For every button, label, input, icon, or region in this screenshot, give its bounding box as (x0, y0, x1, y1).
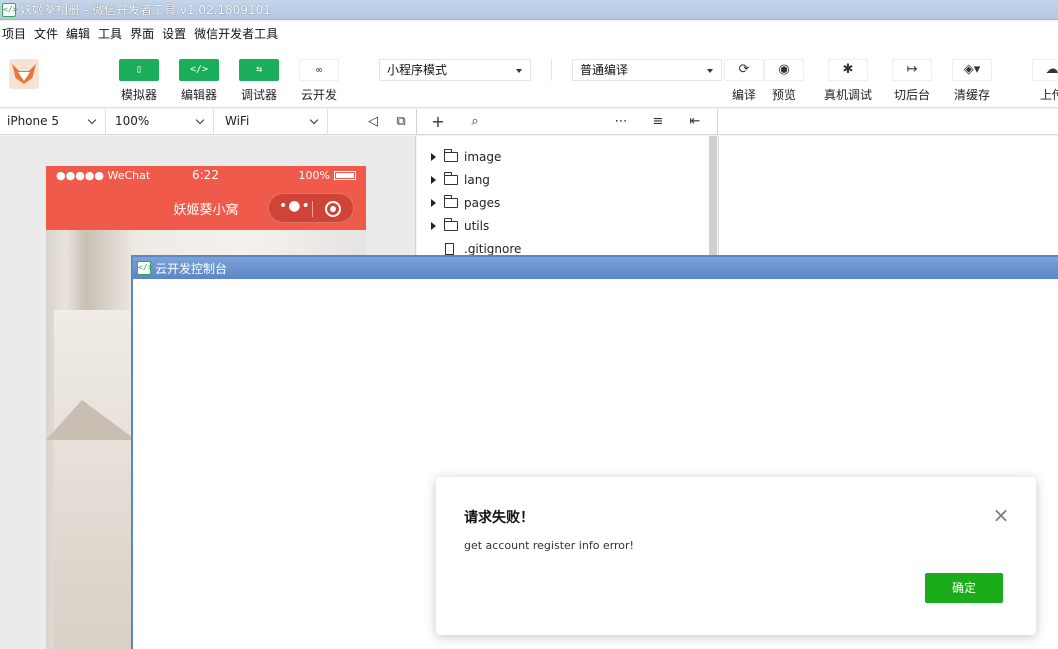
folder-icon (444, 218, 458, 231)
network-select[interactable]: WiFi (218, 109, 328, 135)
detach-window-icon[interactable]: ⧉ (392, 113, 410, 131)
menu-view[interactable]: 界面 (126, 25, 158, 42)
devtools-logo-icon: </> (2, 2, 17, 17)
cloud-console-title: 云开发控制台 (155, 261, 228, 276)
tree-scrollbar[interactable] (709, 136, 717, 256)
devtools-logo-icon: </> (137, 261, 152, 275)
simulator-subbar: iPhone 5 100% WiFi ◁ ⧉ + ⌕ ⋯ ≡ ⇤ (0, 109, 1058, 135)
mode-select[interactable]: 小程序模式 (379, 59, 531, 81)
debugger-toggle[interactable]: ⇆ 调试器 (236, 59, 282, 103)
volume-icon[interactable]: ◁ (364, 113, 382, 131)
caret-right-icon (431, 153, 436, 161)
menu-settings[interactable]: 设置 (158, 25, 190, 42)
phone-icon: ▯ (119, 59, 159, 81)
search-icon[interactable]: ⌕ (466, 113, 484, 131)
confirm-button[interactable]: 确定 (925, 573, 1003, 603)
menu-bar: 项目 文件 编辑 工具 界面 设置 微信开发者工具 (0, 21, 1058, 45)
file-tree: image lang pages utils .gitignore (417, 136, 709, 256)
upload-icon: ☁ (1032, 59, 1058, 81)
switch-icon: ↦ (892, 59, 932, 81)
cloud-link-icon: ∞ (299, 59, 339, 81)
mini-program-nav-bar: 妖姬葵小窝 •●• (46, 186, 366, 230)
dialog-title: 请求失败！ (464, 510, 534, 526)
tree-folder-lang[interactable]: lang (431, 171, 490, 189)
tree-folder-image[interactable]: image (431, 148, 501, 166)
menu-file[interactable]: 文件 (30, 25, 62, 42)
caret-right-icon (431, 222, 436, 230)
compile-button[interactable]: ⟳ 编译 (724, 59, 764, 103)
toggle-panel-icon[interactable]: ⇤ (686, 113, 704, 131)
folder-icon (444, 172, 458, 185)
layers-icon: ◈▾ (952, 59, 992, 81)
menu-project[interactable]: 项目 (0, 25, 30, 42)
caret-down-icon (516, 69, 522, 73)
clear-cache-button[interactable]: ◈▾ 清缓存 (952, 59, 992, 103)
title-bar: </> 妖姬葵相册 - 微信开发者工具 v1.02.1809101 (0, 0, 1058, 20)
caret-right-icon (431, 199, 436, 207)
toolbar: ▯ 模拟器 </> 编辑器 ⇆ 调试器 ∞ 云开发 小程序模式 普通编译 ⟳ 编… (0, 45, 1058, 108)
folder-icon (444, 195, 458, 208)
chevron-down-icon (309, 115, 319, 125)
avatar[interactable] (9, 59, 39, 89)
phone-status-bar: ●●●●● WeChat 6:22 100% (46, 166, 366, 186)
close-target-icon[interactable] (325, 201, 341, 217)
add-file-icon[interactable]: + (429, 113, 447, 131)
chevron-down-icon (87, 115, 97, 125)
remote-debug-button[interactable]: ✱ 真机调试 (824, 59, 872, 103)
preview-button[interactable]: ◉ 预览 (764, 59, 804, 103)
eye-icon: ◉ (764, 59, 804, 81)
menu-edit[interactable]: 编辑 (62, 25, 94, 42)
dialog-message: get account register info error! (464, 539, 634, 552)
capsule-menu[interactable]: •●• (268, 193, 354, 223)
caret-down-icon (707, 69, 713, 73)
file-icon (445, 243, 454, 255)
compile-select[interactable]: 普通编译 (572, 59, 722, 81)
cloud-dev-button[interactable]: ∞ 云开发 (296, 59, 342, 103)
error-dialog: 请求失败！ × get account register info error!… (436, 477, 1036, 635)
folder-icon (444, 149, 458, 162)
bug-icon: ✱ (828, 59, 868, 81)
cloud-console-title-bar[interactable]: </> 云开发控制台 (133, 257, 1058, 279)
chevron-down-icon (195, 115, 205, 125)
zoom-select[interactable]: 100% (108, 109, 214, 135)
background-button[interactable]: ↦ 切后台 (892, 59, 932, 103)
caret-right-icon (431, 176, 436, 184)
menu-devtools[interactable]: 微信开发者工具 (190, 25, 282, 42)
debug-icon: ⇆ (239, 59, 279, 81)
device-select[interactable]: iPhone 5 (0, 109, 106, 135)
more-dots-icon[interactable]: •●• (279, 198, 311, 214)
tree-folder-pages[interactable]: pages (431, 194, 500, 212)
more-icon[interactable]: ⋯ (612, 113, 630, 131)
code-icon: </> (179, 59, 219, 81)
editor-pane (718, 136, 1058, 256)
collapse-all-icon[interactable]: ≡ (649, 113, 667, 131)
window-title: 妖姬葵相册 - 微信开发者工具 v1.02.1809101 (20, 3, 271, 17)
menu-tools[interactable]: 工具 (94, 25, 126, 42)
refresh-icon: ⟳ (724, 59, 764, 81)
editor-toggle[interactable]: </> 编辑器 (176, 59, 222, 103)
upload-button[interactable]: ☁ 上传 (1032, 59, 1058, 103)
tree-folder-utils[interactable]: utils (431, 217, 489, 235)
close-icon[interactable]: × (992, 505, 1010, 525)
battery-icon (334, 171, 356, 180)
simulator-toggle[interactable]: ▯ 模拟器 (116, 59, 162, 103)
